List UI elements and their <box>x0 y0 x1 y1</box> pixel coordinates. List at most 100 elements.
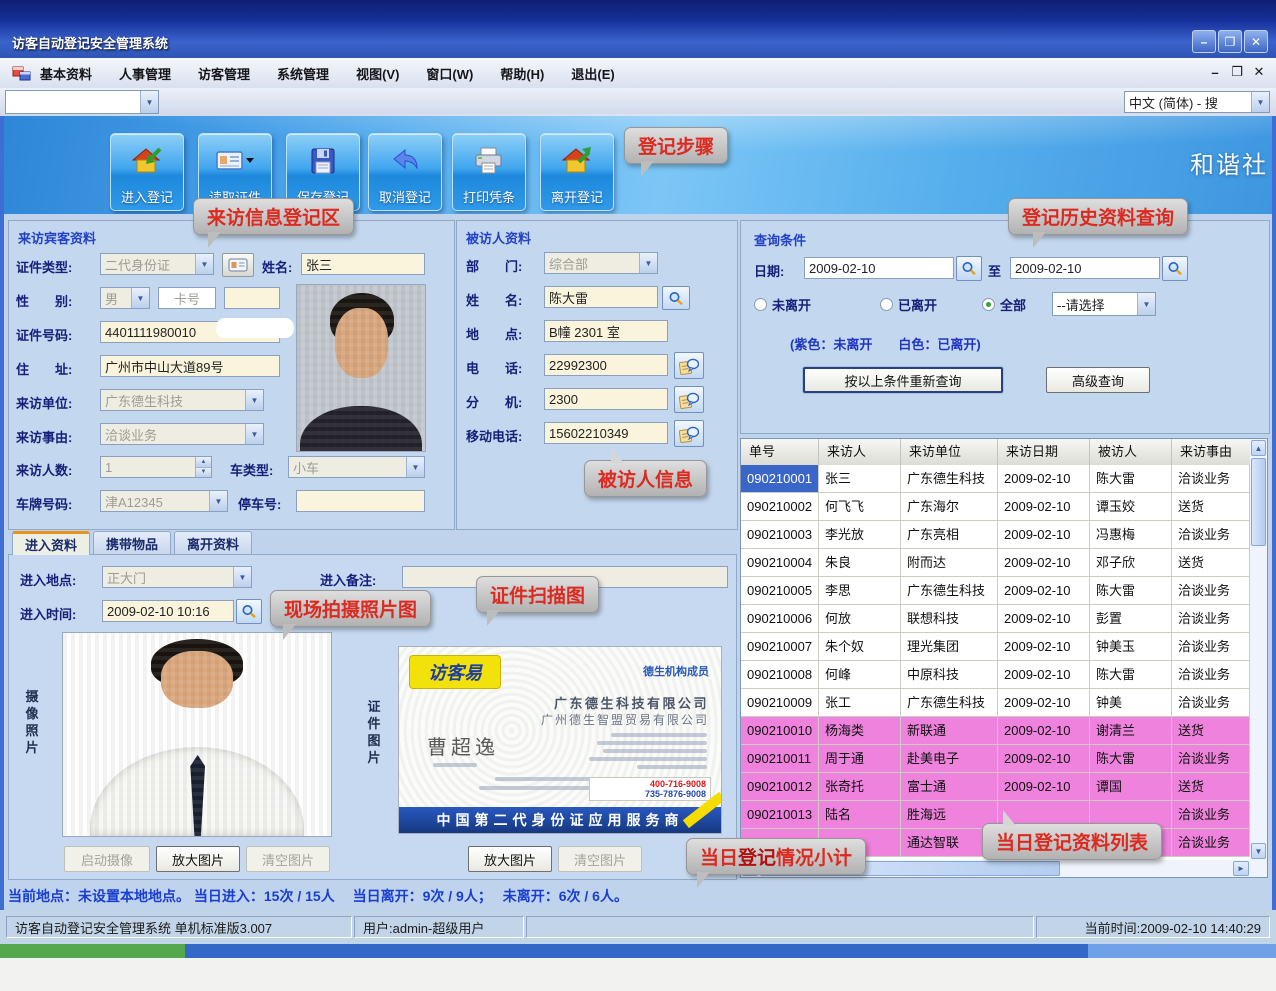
visitor-name-input[interactable]: 张三 <box>301 253 425 275</box>
visited-name-input[interactable]: 陈大雷 <box>544 286 658 308</box>
location-input[interactable]: B幢 2301 室 <box>544 320 668 342</box>
table-row[interactable]: 090210005 李思 广东德生科技 2009-02-10 陈大雷 洽谈业务 <box>741 577 1250 605</box>
scanned-id-card: 访客易 德生机构成员 广东德生科技有限公司 广州德生智盟贸易有限公司 曹超逸 4… <box>398 646 722 834</box>
menu-item[interactable]: 基本资料 <box>40 64 92 83</box>
leave-register-button[interactable]: 离开登记 <box>540 133 614 211</box>
table-row[interactable]: 090210006 何放 联想科技 2009-02-10 彭置 洽谈业务 <box>741 605 1250 633</box>
menu-item[interactable]: 视图(V) <box>356 64 399 83</box>
radio-left[interactable]: 已离开 <box>880 295 937 314</box>
card-no-input[interactable] <box>224 287 280 309</box>
table-row[interactable]: 090210008 何峰 中原科技 2009-02-10 陈大雷 洽谈业务 <box>741 661 1250 689</box>
undo-arrow-icon <box>388 134 422 187</box>
home-enter-icon <box>130 134 164 187</box>
date-to-picker-button[interactable] <box>1162 256 1188 281</box>
radio-not-left[interactable]: 未离开 <box>754 295 811 314</box>
table-header-cell[interactable]: 单号 <box>741 439 819 465</box>
visited-name-label: 姓 名: <box>466 290 522 309</box>
menu-item[interactable]: 帮助(H) <box>500 64 544 83</box>
menu-item[interactable]: 访客管理 <box>198 64 250 83</box>
quick-select-combo[interactable]: ▼ <box>5 90 159 114</box>
mdi-close-button[interactable]: ✕ <box>1250 63 1268 81</box>
cancel-register-button[interactable]: 取消登记 <box>368 133 442 211</box>
table-row[interactable]: 090210009 张工 广东德生科技 2009-02-10 钟美 洽谈业务 <box>741 689 1250 717</box>
window-minimize-button[interactable]: – <box>1192 30 1216 53</box>
mdi-minimize-button[interactable]: – <box>1206 63 1224 81</box>
vertical-scrollbar[interactable]: ▲ ▼ <box>1250 439 1267 860</box>
card-no-label: 卡号 <box>158 287 216 309</box>
menu-item[interactable]: 退出(E) <box>571 64 614 83</box>
status-filter-combo[interactable]: --请选择▼ <box>1052 292 1156 316</box>
visitor-name-label: 姓名: <box>262 257 292 276</box>
window-right-border <box>1272 116 1276 958</box>
language-combo[interactable]: 中文 (简体) - 搜▼ <box>1124 91 1270 113</box>
table-row[interactable]: 090210001 张三 广东德生科技 2009-02-10 陈大雷 洽谈业务 <box>741 465 1250 493</box>
app-window: 访客自动登记安全管理系统 – ❐ ✕ 基本资料 人事管理 访客管理 系统管理 视图(V)… <box>0 0 1276 991</box>
mobile-label: 移动电话: <box>466 426 522 445</box>
window-title: 访客自动登记安全管理系统 <box>12 33 168 52</box>
card-reader-button[interactable] <box>222 253 254 277</box>
chevron-down-icon[interactable]: ▼ <box>140 91 158 113</box>
parking-input[interactable] <box>296 490 425 512</box>
visitor-section-title: 来访宾客资料 <box>18 228 96 247</box>
window-restore-button[interactable]: ❐ <box>1218 30 1242 53</box>
phone-input[interactable]: 22992300 <box>544 354 668 376</box>
date-to-input[interactable]: 2009-02-10 <box>1010 257 1160 279</box>
table-header-cell[interactable]: 来访单位 <box>901 439 998 465</box>
callout-id-scan: 证件扫描图 <box>476 576 599 613</box>
table-row[interactable]: 090210007 朱个奴 理光集团 2009-02-10 钟美玉 洽谈业务 <box>741 633 1250 661</box>
vertical-scroll-thumb[interactable] <box>1251 458 1266 546</box>
mdi-restore-button[interactable]: ❐ <box>1228 63 1246 81</box>
table-header-cell[interactable]: 被访人 <box>1090 439 1172 465</box>
scroll-up-icon[interactable]: ▲ <box>1251 440 1266 456</box>
camera-photo <box>62 632 332 837</box>
scroll-right-icon[interactable]: ► <box>1233 861 1249 876</box>
zoom-card-button[interactable]: 放大图片 <box>468 846 552 872</box>
table-row[interactable]: 090210004 朱良 附而达 2009-02-10 邓子欣 送货 <box>741 549 1250 577</box>
menu-item[interactable]: 系统管理 <box>277 64 329 83</box>
advanced-query-button[interactable]: 高级查询 <box>1046 367 1150 393</box>
entry-place-combo: 正大门▼ <box>102 566 252 588</box>
requery-button[interactable]: 按以上条件重新查询 <box>803 367 1003 393</box>
clear-card-button: 清空图片 <box>558 846 642 872</box>
tab-leave-info[interactable]: 离开资料 <box>174 531 252 555</box>
date-from-picker-button[interactable] <box>956 256 982 281</box>
table-row[interactable]: 090210012 张奇托 富士通 2009-02-10 谭国 送货 <box>741 773 1250 801</box>
ext-input[interactable]: 2300 <box>544 388 668 410</box>
date-from-input[interactable]: 2009-02-10 <box>804 257 954 279</box>
to-label: 至 <box>988 261 1001 280</box>
cert-no-label: 证件号码: <box>16 325 72 344</box>
address-input[interactable]: 广州市中山大道89号 <box>100 355 280 377</box>
entry-time-label: 进入时间: <box>20 604 76 623</box>
notify-phone-button[interactable] <box>674 352 704 379</box>
tab-carried-items[interactable]: 携带物品 <box>93 531 171 555</box>
notify-mobile-button[interactable] <box>674 420 704 447</box>
table-row[interactable]: 090210011 周于通 赴美电子 2009-02-10 陈大雷 洽谈业务 <box>741 745 1250 773</box>
entry-time-input[interactable]: 2009-02-10 10:16 <box>102 600 234 622</box>
lookup-person-button[interactable] <box>662 286 690 310</box>
tab-entry-info[interactable]: 进入资料 <box>12 531 90 555</box>
count-spinner: 1 ▲▼ <box>100 456 212 478</box>
table-header-cell[interactable]: 来访人 <box>819 439 901 465</box>
zoom-photo-button[interactable]: 放大图片 <box>156 846 240 872</box>
table-row[interactable]: 090210003 李光放 广东亮相 2009-02-10 冯惠梅 洽谈业务 <box>741 521 1250 549</box>
callout-daily-summary: 当日登记情况小计 <box>686 838 866 875</box>
entry-time-picker-button[interactable] <box>236 599 262 624</box>
table-row[interactable]: 090210010 杨海类 新联通 2009-02-10 谢清兰 送货 <box>741 717 1250 745</box>
menu-item[interactable]: 人事管理 <box>119 64 171 83</box>
daily-summary-text: 当前地点：未设置本地地点。 当日进入：15次 / 15人 当日离开：9次 / 9… <box>8 886 628 906</box>
radio-icon <box>754 298 767 311</box>
notify-ext-button[interactable] <box>674 386 704 413</box>
scroll-down-icon[interactable]: ▼ <box>1251 843 1266 859</box>
print-receipt-button[interactable]: 打印凭条 <box>452 133 526 211</box>
card-logo: 访客易 <box>409 655 501 689</box>
menu-item[interactable]: 窗口(W) <box>426 64 473 83</box>
app-icon <box>12 64 32 82</box>
radio-all[interactable]: 全部 <box>982 295 1026 314</box>
table-header-cell[interactable]: 来访日期 <box>998 439 1090 465</box>
chevron-down-icon[interactable]: ▼ <box>1251 92 1269 112</box>
table-row[interactable]: 090210002 何飞飞 广东海尔 2009-02-10 谭玉姣 送货 <box>741 493 1250 521</box>
mobile-input[interactable]: 15602210349 <box>544 422 668 444</box>
window-close-button[interactable]: ✕ <box>1244 30 1268 53</box>
enter-register-button[interactable]: 进入登记 <box>110 133 184 211</box>
clear-photo-button: 清空图片 <box>246 846 330 872</box>
